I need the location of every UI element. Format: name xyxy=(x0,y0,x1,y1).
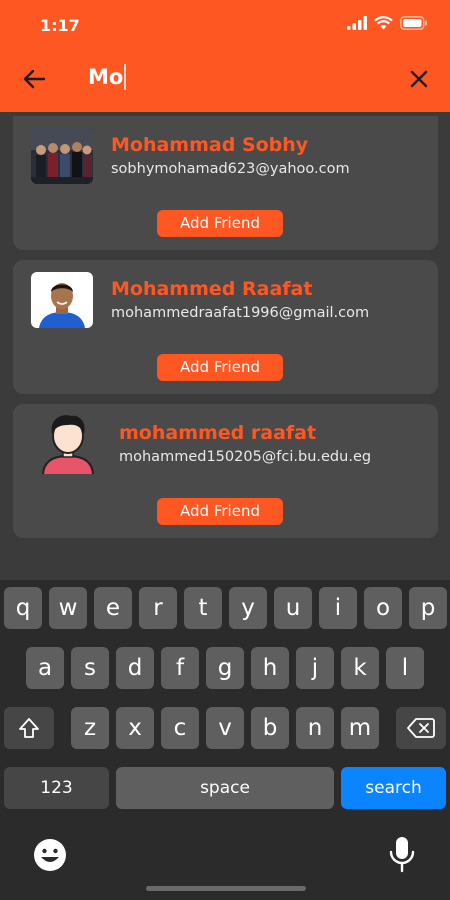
add-friend-button[interactable]: Add Friend xyxy=(157,498,283,525)
key-c[interactable]: c xyxy=(161,707,199,749)
text-cursor xyxy=(124,64,127,90)
avatar xyxy=(31,128,93,184)
search-results-list: Mohammad Sobhy sobhymohamad623@yahoo.com… xyxy=(13,116,438,548)
user-card: mohammed raafat mohammed150205@fci.bu.ed… xyxy=(13,404,438,538)
user-name: Mohammed Raafat xyxy=(111,278,313,300)
home-indicator xyxy=(146,886,306,891)
search-input[interactable]: Mo xyxy=(88,64,127,90)
search-key[interactable]: search xyxy=(341,767,446,809)
key-x[interactable]: x xyxy=(116,707,154,749)
add-friend-button[interactable]: Add Friend xyxy=(157,210,283,237)
numbers-key[interactable]: 123 xyxy=(4,767,109,809)
signal-icon xyxy=(347,16,367,30)
wifi-icon xyxy=(374,16,393,30)
key-s[interactable]: s xyxy=(71,647,109,689)
user-name: mohammed raafat xyxy=(119,422,317,444)
key-r[interactable]: r xyxy=(139,587,177,629)
battery-icon xyxy=(400,16,427,30)
key-a[interactable]: a xyxy=(26,647,64,689)
key-q[interactable]: q xyxy=(4,587,42,629)
shift-icon xyxy=(19,718,39,738)
back-arrow-icon[interactable] xyxy=(18,62,52,96)
emoji-icon[interactable] xyxy=(32,837,68,873)
key-m[interactable]: m xyxy=(341,707,379,749)
microphone-icon[interactable] xyxy=(388,835,416,875)
keyboard: q w e r t y u i o p a s d f g h j k l z … xyxy=(0,580,450,900)
shift-key[interactable] xyxy=(4,707,54,749)
key-d[interactable]: d xyxy=(116,647,154,689)
user-email: mohammed150205@fci.bu.edu.eg xyxy=(119,449,372,465)
key-i[interactable]: i xyxy=(319,587,357,629)
key-o[interactable]: o xyxy=(364,587,402,629)
user-name: Mohammad Sobhy xyxy=(111,134,309,156)
key-w[interactable]: w xyxy=(49,587,87,629)
backspace-key[interactable] xyxy=(396,707,446,749)
avatar xyxy=(33,408,103,478)
status-icons xyxy=(347,16,428,30)
key-t[interactable]: t xyxy=(184,587,222,629)
app-bar: 1:17 Mo xyxy=(0,0,450,112)
key-e[interactable]: e xyxy=(94,587,132,629)
key-u[interactable]: u xyxy=(274,587,312,629)
clear-icon[interactable] xyxy=(404,64,434,94)
user-email: sobhymohamad623@yahoo.com xyxy=(111,161,350,177)
add-friend-button[interactable]: Add Friend xyxy=(157,354,283,381)
key-g[interactable]: g xyxy=(206,647,244,689)
search-query: Mo xyxy=(88,65,124,89)
backspace-icon xyxy=(407,718,435,738)
key-l[interactable]: l xyxy=(386,647,424,689)
key-h[interactable]: h xyxy=(251,647,289,689)
avatar xyxy=(31,272,93,328)
user-email: mohammedraafat1996@gmail.com xyxy=(111,305,370,321)
key-b[interactable]: b xyxy=(251,707,289,749)
key-v[interactable]: v xyxy=(206,707,244,749)
key-p[interactable]: p xyxy=(409,587,447,629)
key-z[interactable]: z xyxy=(71,707,109,749)
space-key[interactable]: space xyxy=(116,767,334,809)
key-j[interactable]: j xyxy=(296,647,334,689)
user-card: Mohammad Sobhy sobhymohamad623@yahoo.com… xyxy=(13,116,438,250)
key-n[interactable]: n xyxy=(296,707,334,749)
status-time: 1:17 xyxy=(40,16,80,35)
user-card: Mohammed Raafat mohammedraafat1996@gmail… xyxy=(13,260,438,394)
key-k[interactable]: k xyxy=(341,647,379,689)
key-f[interactable]: f xyxy=(161,647,199,689)
key-y[interactable]: y xyxy=(229,587,267,629)
